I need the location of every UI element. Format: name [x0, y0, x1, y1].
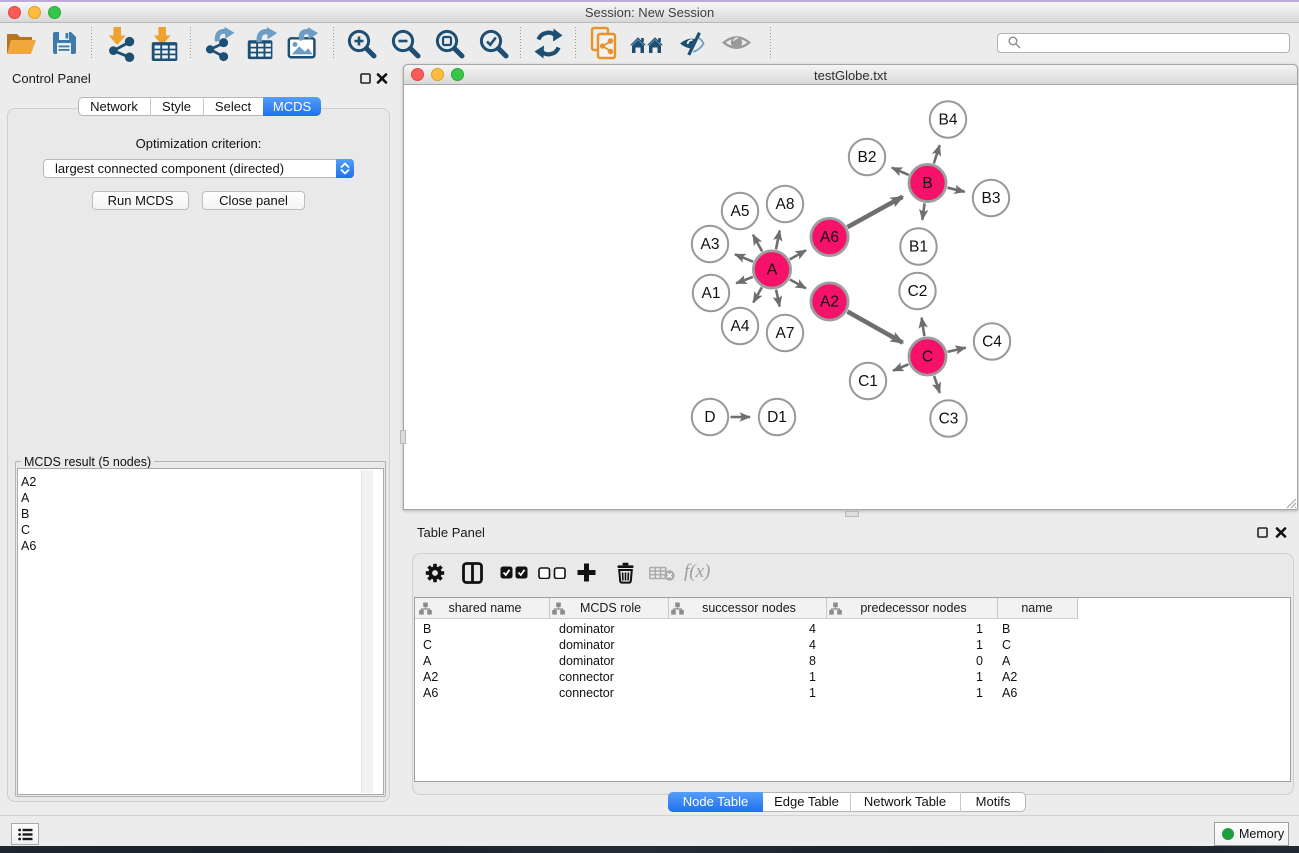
svg-text:C4: C4: [982, 334, 1002, 351]
svg-text:A1: A1: [702, 285, 721, 302]
svg-text:A5: A5: [731, 203, 750, 220]
svg-text:C2: C2: [908, 283, 928, 300]
svg-text:D1: D1: [767, 409, 787, 426]
svg-text:A6: A6: [820, 229, 839, 246]
svg-text:A2: A2: [820, 294, 839, 311]
svg-text:A: A: [767, 262, 778, 279]
svg-text:A7: A7: [776, 325, 795, 342]
svg-text:C: C: [922, 349, 933, 366]
svg-text:B: B: [922, 175, 932, 192]
svg-text:A4: A4: [731, 318, 750, 335]
svg-text:D: D: [704, 409, 715, 426]
svg-text:C1: C1: [858, 373, 878, 390]
svg-text:B2: B2: [858, 149, 877, 166]
svg-text:C3: C3: [939, 411, 959, 428]
svg-text:B3: B3: [982, 190, 1001, 207]
svg-text:B4: B4: [939, 112, 958, 129]
svg-text:A3: A3: [701, 236, 720, 253]
svg-text:A8: A8: [776, 196, 795, 213]
svg-text:B1: B1: [909, 239, 928, 256]
